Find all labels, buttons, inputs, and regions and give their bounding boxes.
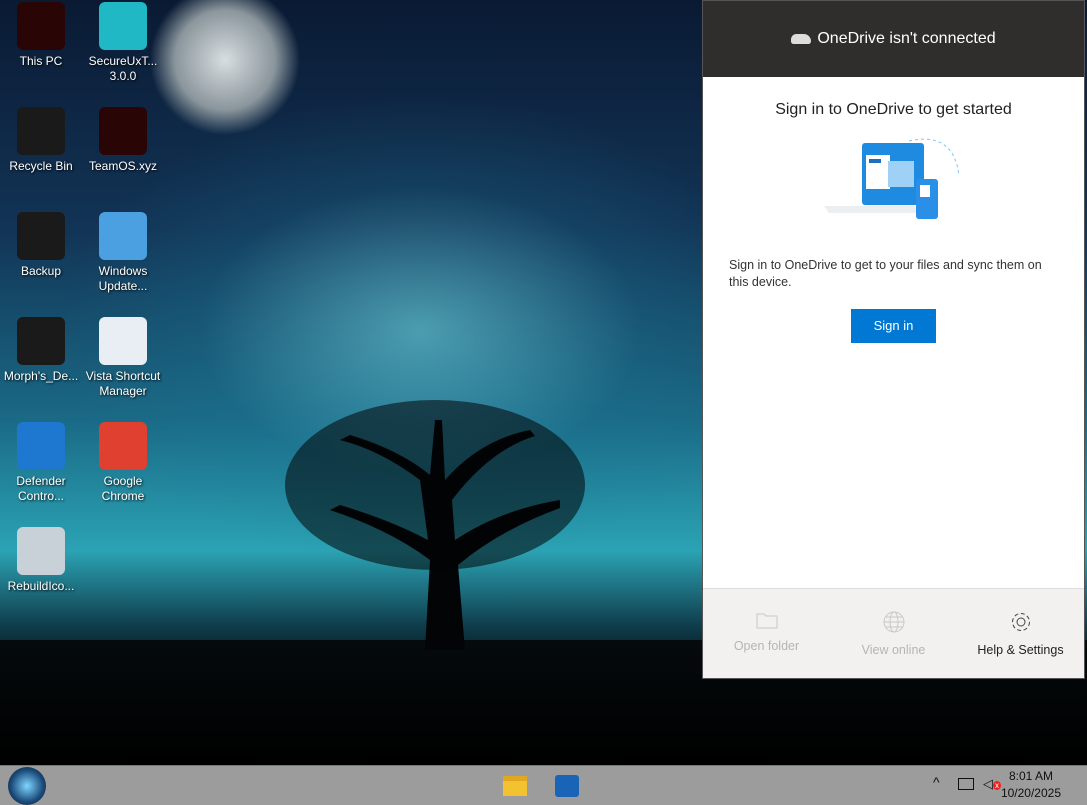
clock-time: 8:01 AM bbox=[1008, 769, 1053, 783]
desktop-icon[interactable]: This PC bbox=[0, 2, 82, 69]
desktop-icon[interactable]: Recycle Bin bbox=[0, 107, 82, 174]
onedrive-flyout: OneDrive isn't connected Sign in to OneD… bbox=[702, 0, 1085, 679]
signin-title: Sign in to OneDrive to get started bbox=[775, 101, 1012, 118]
clock[interactable]: 8:01 AM 10/20/2025 bbox=[1001, 768, 1061, 802]
app-icon bbox=[17, 212, 65, 260]
desktop-icon[interactable]: TeamOS.xyz bbox=[82, 107, 164, 174]
help-settings-label: Help & Settings bbox=[977, 643, 1064, 657]
app-icon bbox=[99, 317, 147, 365]
cloud-icon bbox=[791, 34, 812, 44]
desktop-icon-label: SecureUxT... 3.0.0 bbox=[88, 54, 158, 83]
tree-silhouette bbox=[285, 400, 585, 650]
taskbar: ^ ◁ x 8:01 AM 10/20/2025 bbox=[0, 765, 1087, 805]
onedrive-header: OneDrive isn't connected bbox=[703, 1, 1084, 77]
globe-icon bbox=[883, 611, 904, 633]
desktop-icon-label: Vista Shortcut Manager bbox=[85, 369, 161, 398]
help-settings-button[interactable]: Help & Settings bbox=[957, 589, 1084, 678]
desktop-icon[interactable]: RebuildIco... bbox=[0, 527, 82, 594]
signin-description: Sign in to OneDrive to get to your files… bbox=[729, 258, 1042, 289]
file-explorer-icon[interactable] bbox=[503, 776, 527, 796]
app-icon bbox=[17, 422, 65, 470]
desktop-icon[interactable]: Morph's_De... bbox=[0, 317, 82, 384]
store-icon[interactable] bbox=[555, 775, 579, 797]
desktop-icon-label: Recycle Bin bbox=[9, 159, 73, 173]
app-icon bbox=[17, 107, 65, 155]
app-icon bbox=[99, 107, 147, 155]
view-online-label: View online bbox=[861, 643, 926, 657]
desktop-icon-label: Backup bbox=[20, 264, 62, 278]
volume-muted-icon[interactable]: ◁ x bbox=[983, 776, 1001, 792]
desktop-icon[interactable]: Google Chrome bbox=[82, 422, 164, 504]
open-folder-label: Open folder bbox=[733, 639, 800, 653]
app-icon bbox=[99, 2, 147, 50]
desktop-icon[interactable]: Windows Update... bbox=[82, 212, 164, 294]
desktop-icon-label: Google Chrome bbox=[101, 474, 145, 503]
app-icon bbox=[17, 527, 65, 575]
desktop-icon[interactable]: SecureUxT... 3.0.0 bbox=[82, 2, 164, 84]
app-icon bbox=[17, 317, 65, 365]
desktop-icon[interactable]: Defender Contro... bbox=[0, 422, 82, 504]
sign-in-button[interactable]: Sign in bbox=[851, 309, 936, 343]
start-button[interactable] bbox=[8, 767, 46, 805]
desktop-icon-label: RebuildIco... bbox=[7, 579, 75, 593]
desktop-icon-label: This PC bbox=[19, 54, 63, 68]
app-icon bbox=[17, 2, 65, 50]
desktop-icon-label: TeamOS.xyz bbox=[88, 159, 157, 173]
open-folder-button[interactable]: Open folder bbox=[703, 589, 830, 678]
folder-icon bbox=[756, 613, 777, 629]
onedrive-footer: Open folder View online Help & Settings bbox=[703, 588, 1084, 678]
view-online-button[interactable]: View online bbox=[830, 589, 957, 678]
desktop-icon[interactable]: Vista Shortcut Manager bbox=[82, 317, 164, 399]
desktop-icon[interactable]: Backup bbox=[0, 212, 82, 279]
desktop-icon-label: Morph's_De... bbox=[3, 369, 79, 383]
devices-illustration bbox=[823, 138, 959, 219]
desktop-icon-label: Windows Update... bbox=[98, 264, 148, 293]
desktop-icon-label: Defender Contro... bbox=[16, 474, 66, 503]
gear-icon bbox=[1011, 613, 1030, 631]
header-title: OneDrive isn't connected bbox=[817, 30, 996, 47]
app-icon bbox=[99, 212, 147, 260]
clock-date: 10/20/2025 bbox=[1000, 786, 1061, 800]
app-icon bbox=[99, 422, 147, 470]
network-icon[interactable] bbox=[958, 778, 974, 790]
show-hidden-icons-chevron[interactable]: ^ bbox=[933, 774, 940, 790]
